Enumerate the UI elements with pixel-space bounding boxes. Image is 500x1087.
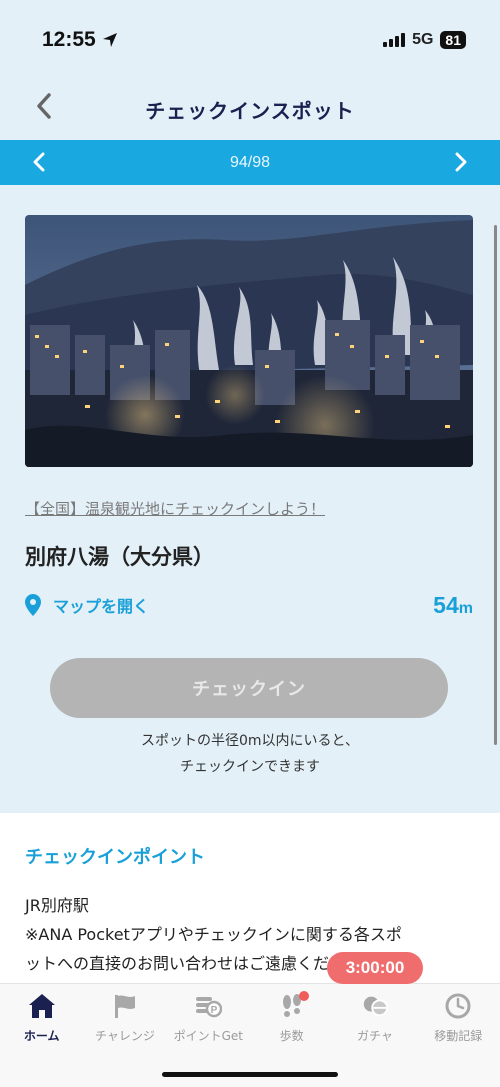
flag-icon — [111, 992, 139, 1020]
spot-pager: 94/98 — [0, 140, 500, 185]
tab-steps[interactable]: 歩数 — [250, 984, 333, 1054]
points-icon: P — [194, 992, 223, 1020]
chevron-left-icon — [33, 152, 45, 172]
notification-dot — [298, 991, 309, 1001]
battery-icon: 81 — [440, 31, 466, 49]
clock-text: 12:55 — [42, 28, 96, 51]
tab-point-get[interactable]: P ポイントGet — [167, 984, 250, 1054]
points-line-2: ※ANA Pocketアプリやチェックインに関する各スポ — [25, 925, 402, 944]
spot-photo — [25, 215, 473, 467]
distance-value: 54 — [433, 591, 459, 618]
tab-bar: ホーム チャレンジ P ポイントGet 歩数 ガチャ 移動記録 — [0, 983, 500, 1087]
points-line-1: JR別府駅 — [25, 896, 89, 915]
tab-label: ガチャ — [357, 1029, 393, 1043]
note-line-1: スポットの半径0m以内にいると、 — [141, 733, 359, 749]
points-title: チェックインポイント — [25, 847, 205, 868]
tab-label: ホーム — [23, 1029, 60, 1043]
tab-label: チャレンジ — [95, 1029, 155, 1043]
checkin-button[interactable]: チェックイン — [50, 658, 448, 718]
distance-unit: m — [458, 599, 473, 617]
chevron-left-icon — [37, 93, 51, 119]
status-time: 12:55 — [42, 28, 118, 52]
page-title: チェックインスポット — [145, 98, 355, 123]
next-spot-button[interactable] — [446, 147, 476, 177]
spot-name: 別府八湯（大分県） — [25, 545, 214, 569]
gacha-icon — [361, 992, 389, 1020]
scrollbar[interactable] — [494, 225, 497, 745]
tab-label: 歩数 — [279, 1029, 304, 1043]
tab-label: 移動記録 — [434, 1029, 483, 1043]
campaign-link[interactable]: 【全国】温泉観光地にチェックインしよう！ — [25, 498, 325, 519]
distance-readout: 54m — [433, 592, 473, 619]
checkin-points-section: チェックインポイント JR別府駅 ※ANA Pocketアプリやチェックインに関… — [0, 813, 500, 983]
tab-gacha[interactable]: ガチャ — [333, 984, 416, 1054]
network-type: 5G — [412, 31, 434, 48]
signal-icon — [383, 33, 406, 47]
location-arrow-icon — [102, 33, 117, 47]
open-map-link[interactable]: マップを開く — [25, 593, 149, 617]
map-row: マップを開く 54m — [25, 590, 473, 620]
previous-spot-button[interactable] — [24, 147, 54, 177]
tab-travel-log[interactable]: 移動記録 — [417, 984, 500, 1054]
status-indicators: 5G 81 — [383, 31, 466, 49]
pager-count: 94/98 — [229, 153, 271, 171]
clock-icon — [444, 992, 472, 1020]
home-indicator — [162, 1072, 338, 1077]
nav-header: チェックインスポット — [0, 80, 500, 138]
spot-detail: 【全国】温泉観光地にチェックインしよう！ 別府八湯（大分県） マップを開く 54… — [0, 185, 500, 813]
tab-challenge[interactable]: チャレンジ — [83, 984, 166, 1054]
home-icon — [28, 992, 56, 1020]
note-line-2: チェックインできます — [180, 759, 320, 775]
chevron-right-icon — [455, 152, 467, 172]
gacha-timer-badge: 3:00:00 — [327, 952, 423, 984]
hot-spring-town-image — [25, 215, 473, 467]
svg-text:P: P — [211, 1005, 218, 1016]
map-pin-icon — [25, 594, 41, 616]
open-map-label: マップを開く — [53, 597, 150, 616]
tab-label: ポイントGet — [173, 1029, 244, 1043]
tab-home[interactable]: ホーム — [0, 984, 83, 1054]
status-bar: 12:55 5G 81 — [0, 0, 500, 80]
checkin-radius-note: スポットの半径0m以内にいると、 チェックインできます — [0, 728, 500, 780]
back-button[interactable] — [28, 90, 60, 122]
